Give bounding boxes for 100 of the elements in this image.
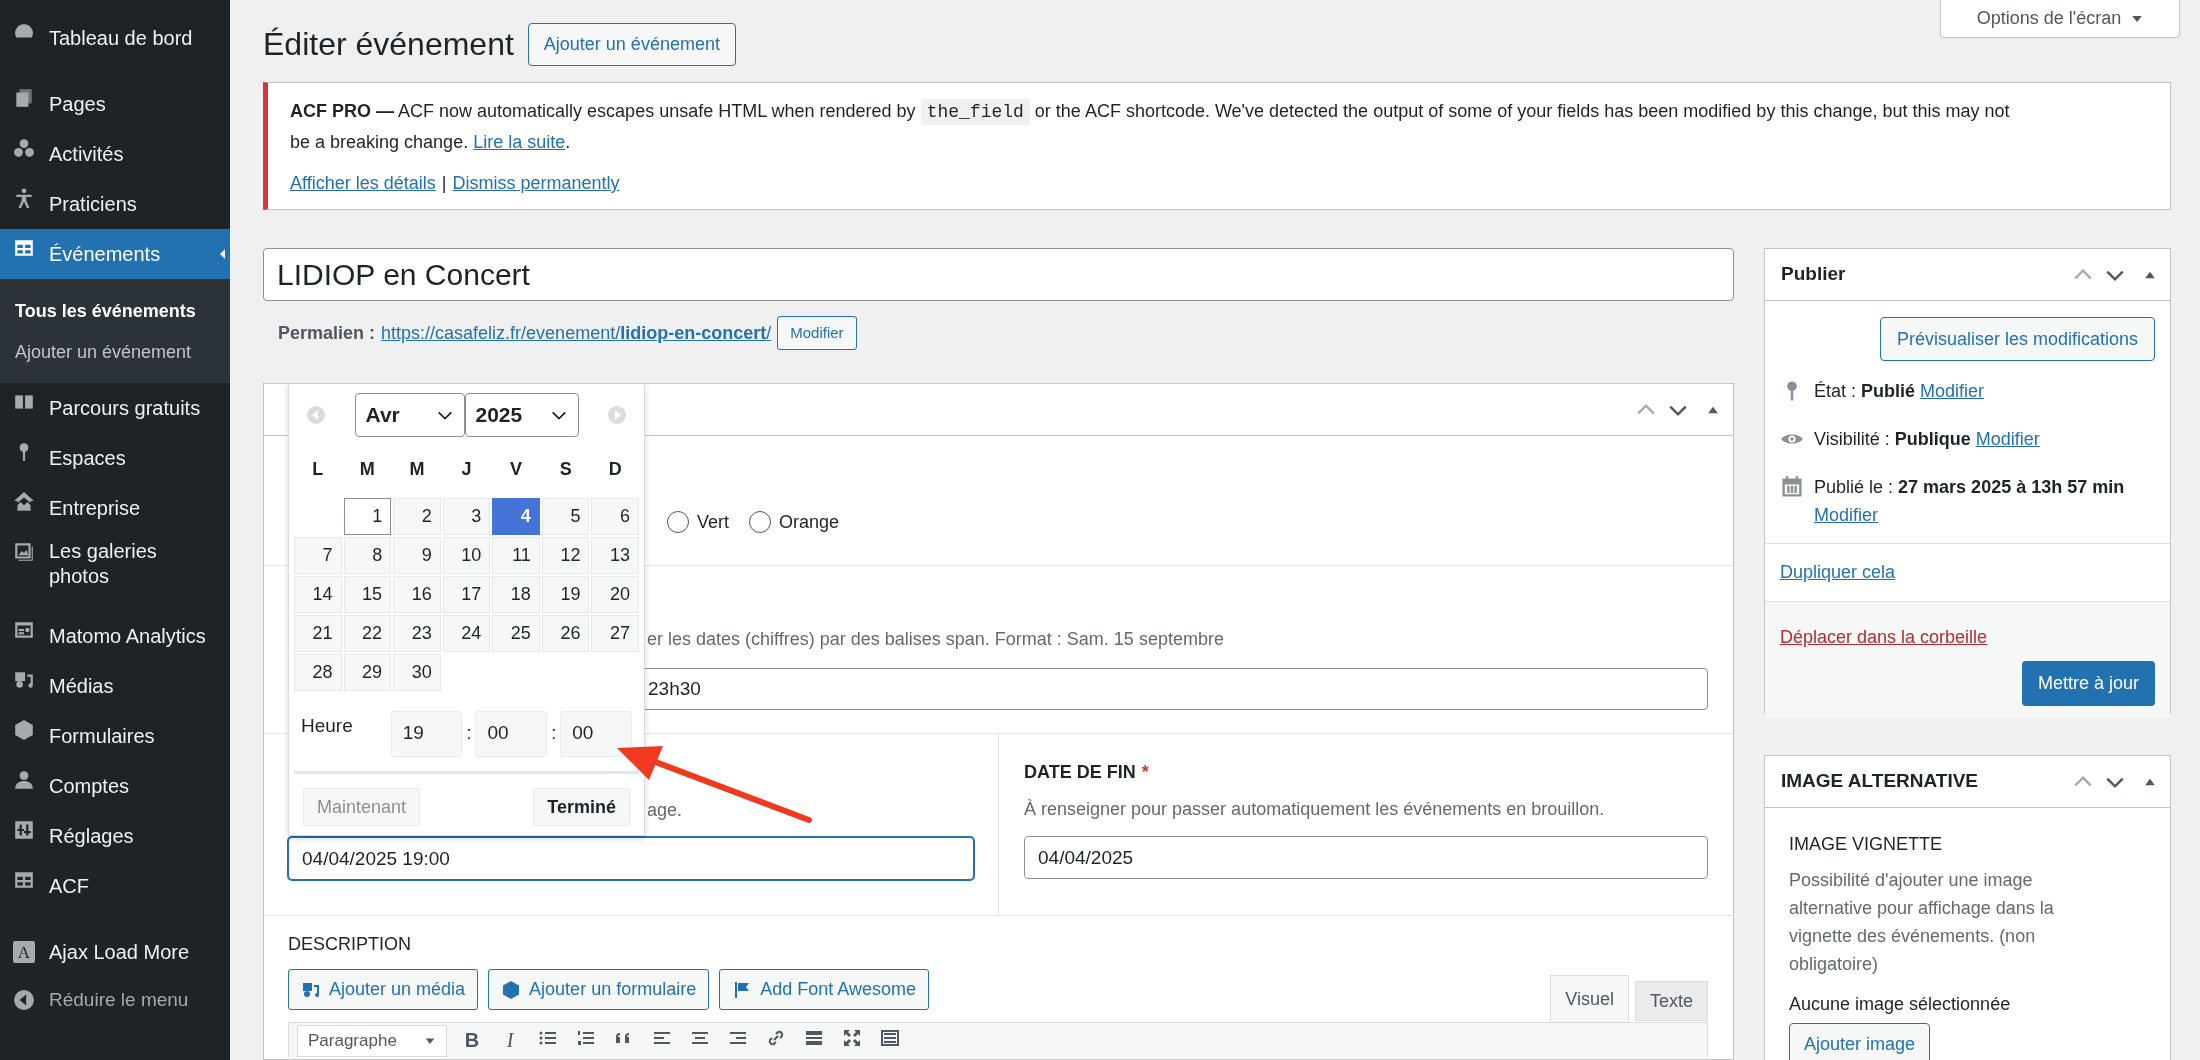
add-image-button[interactable]: Ajouter image — [1789, 1023, 1931, 1060]
time-field[interactable]: 00 — [475, 710, 548, 757]
calendar-day[interactable]: 9 — [393, 537, 441, 574]
calendar-day[interactable]: 22 — [343, 615, 392, 652]
calendar-day[interactable]: 28 — [294, 654, 342, 691]
status-text: Visibilité : Publique Modifier — [1814, 428, 2040, 451]
editor-tab[interactable]: Texte — [1634, 981, 1708, 1021]
radio-button[interactable] — [667, 511, 689, 533]
sidebar-item[interactable]: Parcours gratuits — [0, 383, 230, 433]
weekday-label: J — [461, 458, 472, 481]
calendar-day[interactable]: 30 — [393, 654, 441, 691]
sidebar-label: Entreprise — [49, 495, 141, 521]
calendar-day[interactable]: 27 — [591, 615, 639, 652]
calendar-day[interactable]: 11 — [492, 537, 540, 574]
trash-link[interactable]: Déplacer dans la corbeille — [1780, 627, 1988, 647]
edit-permalink-button[interactable]: Modifier — [777, 316, 857, 350]
sidebar-item[interactable]: Comptes — [0, 761, 230, 811]
collapse-icon — [13, 989, 35, 1011]
collapse-menu-button[interactable]: Réduire le menu — [0, 977, 230, 1023]
calendar-day[interactable]: 5 — [541, 498, 590, 535]
sidebar-item[interactable]: Médias — [0, 661, 230, 711]
radio-button[interactable] — [749, 511, 772, 533]
notice-link[interactable]: Lire la suite — [473, 132, 566, 152]
time-field[interactable]: 19 — [390, 710, 463, 757]
time-separator: : — [550, 722, 558, 745]
time-field[interactable]: 00 — [560, 710, 632, 757]
calendar-day[interactable]: 3 — [442, 498, 491, 535]
calendar-day[interactable]: 15 — [343, 576, 392, 613]
calendar-day[interactable]: 2 — [393, 498, 441, 535]
sidebar-item[interactable]: Matomo Analytics — [0, 611, 230, 661]
image-icon — [13, 541, 35, 563]
calendar-day[interactable]: 18 — [492, 576, 540, 613]
field-hint: er les dates (chiffres) par des balises span. Format : Sam. 15 septembre — [647, 629, 1224, 649]
done-button[interactable]: Terminé — [533, 788, 630, 826]
page-title: Éditer événement — [263, 25, 514, 64]
format-button[interactable]: I — [497, 1025, 523, 1055]
end-date-field[interactable]: 04/04/2025 — [1024, 836, 1708, 879]
submenu-item[interactable]: Tous les événements — [0, 291, 230, 332]
edit-link[interactable]: Modifier — [1814, 505, 1879, 525]
calendar-day[interactable]: 6 — [591, 498, 639, 535]
edit-link[interactable]: Modifier — [1920, 381, 1985, 401]
notice-action-link[interactable]: Dismiss permanently — [452, 170, 620, 197]
update-button[interactable]: Mettre à jour — [2021, 661, 2155, 706]
sidebar-item[interactable]: Formulaires — [0, 711, 230, 761]
calendar-day[interactable]: 12 — [541, 537, 590, 574]
permalink-label: Permalien : — [278, 321, 376, 345]
sidebar-item[interactable]: A Ajax Load More — [0, 927, 230, 977]
sidebar-item[interactable]: Les galeries photos — [0, 533, 230, 595]
format-button[interactable]: B — [459, 1025, 485, 1055]
calendar-day[interactable]: 24 — [442, 615, 491, 652]
calendar-day[interactable]: 13 — [591, 537, 639, 574]
sidebar-label: Tableau de bord — [49, 25, 193, 51]
sidebar-label: ACF — [49, 873, 89, 899]
radio-option[interactable]: Orange — [749, 508, 840, 536]
duplicate-link[interactable]: Dupliquer cela — [1780, 559, 1896, 586]
preview-button[interactable]: Prévisualiser les modifications — [1879, 317, 2155, 361]
permalink-link[interactable]: https://casafeliz.fr/evenement/lidiop-en-concert/ — [381, 319, 772, 347]
radio-option[interactable]: Vert — [667, 508, 730, 536]
add-event-button[interactable]: Ajouter un événement — [527, 23, 736, 66]
sidebar-item[interactable]: Activités — [0, 129, 230, 179]
sidebar-item[interactable]: Entreprise — [0, 483, 230, 533]
sidebar-item[interactable]: Espaces — [0, 433, 230, 483]
calendar-day[interactable]: 17 — [442, 576, 491, 613]
start-date-field[interactable]: 04/04/2025 19:00 — [288, 837, 974, 880]
calendar-day[interactable]: 26 — [541, 615, 590, 652]
sidebar-item[interactable]: Événements — [0, 229, 230, 279]
panel-title: Publier — [1781, 262, 1846, 287]
editor-button[interactable]: Add Font Awesome — [719, 969, 929, 1010]
calendar-day[interactable]: 21 — [294, 615, 342, 652]
submenu-item[interactable]: Ajouter un événement — [0, 332, 230, 373]
time-separator: : — [465, 722, 473, 745]
sidebar-item[interactable]: Praticiens — [0, 179, 230, 229]
form-icon — [501, 979, 522, 1000]
editor-tab[interactable]: Visuel — [1550, 975, 1629, 1022]
calendar-day[interactable]: 29 — [343, 654, 392, 691]
editor-button[interactable]: Ajouter un média — [288, 969, 479, 1010]
editor-button[interactable]: Ajouter un formulaire — [488, 969, 710, 1010]
calendar-day[interactable]: 4 — [492, 498, 540, 535]
calendar-day[interactable]: 14 — [294, 576, 342, 613]
sidebar-item[interactable]: Pages — [0, 79, 230, 129]
sidebar-item[interactable]: Réglages — [0, 811, 230, 861]
calendar-day[interactable]: 1 — [343, 498, 392, 535]
title-field[interactable]: LIDIOP en Concert — [263, 248, 1734, 301]
calendar-day[interactable]: 7 — [294, 537, 342, 574]
sidebar-item[interactable]: Tableau de bord — [0, 13, 230, 63]
calendar-day[interactable]: 16 — [393, 576, 441, 613]
calendar-day[interactable]: 19 — [541, 576, 590, 613]
edit-link[interactable]: Modifier — [1975, 429, 2040, 449]
sidebar-item[interactable]: ACF — [0, 861, 230, 911]
month-select[interactable]: Avr — [354, 392, 465, 437]
calendar-day[interactable]: 23 — [393, 615, 441, 652]
screen-options-button[interactable]: Options de l'écran — [1940, 0, 2180, 38]
calendar-day[interactable]: 25 — [492, 615, 540, 652]
calendar-day[interactable]: 10 — [442, 537, 491, 574]
year-select[interactable]: 2025 — [464, 392, 579, 437]
format-select[interactable]: Paragraphe — [297, 1025, 447, 1057]
chart-icon — [13, 619, 35, 641]
calendar-day[interactable]: 8 — [343, 537, 392, 574]
notice-action-link[interactable]: Afficher les détails — [290, 170, 436, 197]
calendar-day[interactable]: 20 — [591, 576, 639, 613]
